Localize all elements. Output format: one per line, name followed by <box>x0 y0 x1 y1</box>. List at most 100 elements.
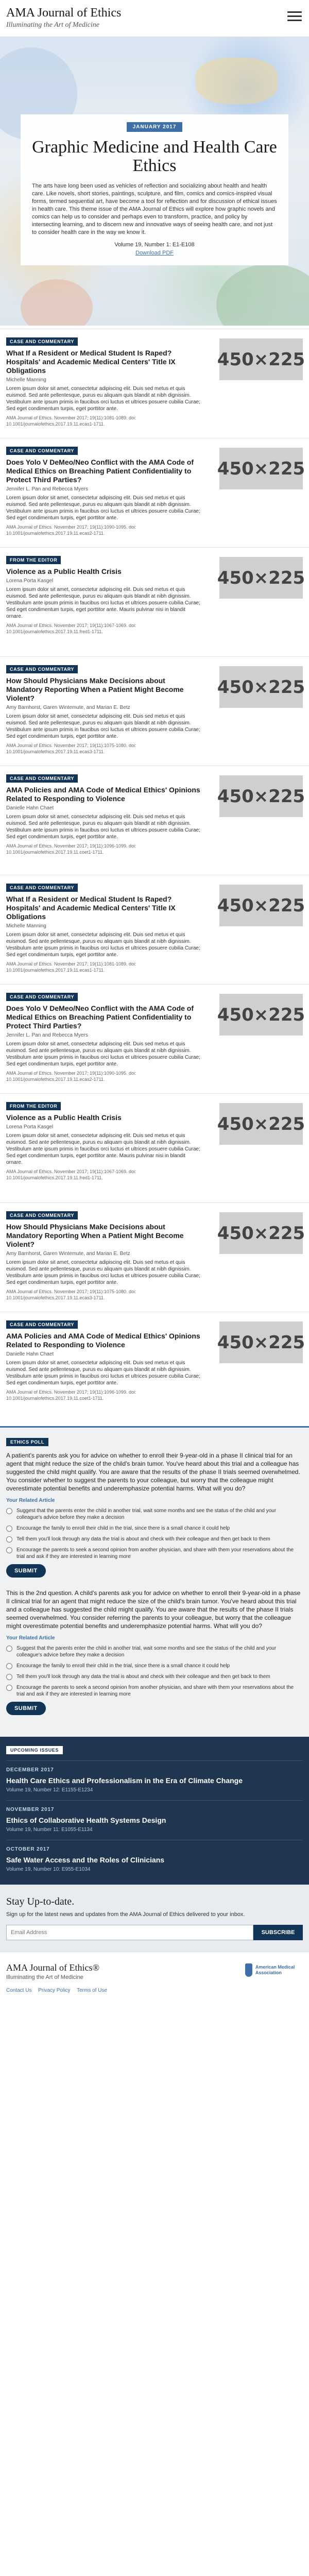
article-title[interactable]: AMA Policies and AMA Code of Medical Eth… <box>6 786 202 803</box>
poll-option[interactable]: Suggest that the parents enter the child… <box>6 1645 303 1658</box>
article-citation: AMA Journal of Ethics. November 2017; 19… <box>6 743 136 754</box>
article-citation: AMA Journal of Ethics. November 2017; 19… <box>6 415 136 427</box>
article-title[interactable]: How Should Physicians Make Decisions abo… <box>6 676 202 703</box>
poll-submit-button[interactable]: SUBMIT <box>6 1564 46 1578</box>
article-thumbnail[interactable]: 450×225 <box>217 1321 305 1363</box>
article-title[interactable]: Does Yolo V DeMeo/Neo Conflict with the … <box>6 1004 202 1030</box>
article-text: Case and Commentary Does Yolo V DeMeo/Ne… <box>6 992 202 1082</box>
article-summary: Lorem ipsum dolor sit amet, consectetur … <box>6 1041 200 1067</box>
article-citation: AMA Journal of Ethics. November 2017; 19… <box>6 1071 136 1082</box>
article-thumbnail[interactable]: 450×225 <box>217 885 305 926</box>
article-summary: Lorem ipsum dolor sit amet, consectetur … <box>6 932 200 958</box>
radio-button[interactable] <box>6 1663 12 1669</box>
article-card: Case and Commentary AMA Policies and AMA… <box>0 1312 309 1421</box>
hero-decoration <box>216 264 309 326</box>
radio-button[interactable] <box>6 1536 12 1543</box>
article-citation: AMA Journal of Ethics. November 2017; 19… <box>6 1389 136 1401</box>
article-card: Case and Commentary How Should Physician… <box>0 1202 309 1312</box>
hero-card: JANUARY 2017 Graphic Medicine and Health… <box>21 114 288 265</box>
poll-question: This is the 2nd question. A child's pare… <box>6 1589 301 1630</box>
article-tag: Case and Commentary <box>6 774 78 783</box>
upcoming-tag: UPCOMING ISSUES <box>6 1746 63 1754</box>
article-card: Case and Commentary AMA Policies and AMA… <box>0 766 309 875</box>
radio-button[interactable] <box>6 1674 12 1680</box>
poll-question: A patient's parents ask you for advice o… <box>6 1452 300 1492</box>
upcoming-volume: Volume 19, Number 10: E955-E1034 <box>6 1867 91 1872</box>
footer-link-terms[interactable]: Terms of Use <box>77 1988 107 1993</box>
article-tag: Case and Commentary <box>6 665 78 673</box>
upcoming-title[interactable]: Safe Water Access and the Roles of Clini… <box>6 1855 303 1865</box>
article-title[interactable]: How Should Physicians Make Decisions abo… <box>6 1223 202 1249</box>
poll-submit-button[interactable]: SUBMIT <box>6 1702 46 1715</box>
article-thumbnail[interactable]: 450×225 <box>217 1103 305 1145</box>
article-title[interactable]: What If a Resident or Medical Student Is… <box>6 895 202 921</box>
article-text: Case and Commentary What If a Resident o… <box>6 336 202 427</box>
menu-icon[interactable] <box>287 11 302 23</box>
article-card: From the Editor Violence as a Public Hea… <box>0 547 309 656</box>
footer-link-privacy[interactable]: Privacy Policy <box>38 1988 70 1993</box>
article-summary: Lorem ipsum dolor sit amet, consectetur … <box>6 587 200 619</box>
ama-mark: American Medical Association <box>245 1963 302 1977</box>
article-thumbnail[interactable]: 450×225 <box>217 448 305 489</box>
article-thumbnail[interactable]: 450×225 <box>217 775 305 817</box>
radio-button[interactable] <box>6 1646 12 1652</box>
poll-related-link[interactable]: Your Related Article <box>6 1635 303 1641</box>
upcoming-title[interactable]: Ethics of Collaborative Health Systems D… <box>6 1816 303 1825</box>
poll-option[interactable]: Tell them you'll look through any data t… <box>6 1536 303 1543</box>
radio-button[interactable] <box>6 1526 12 1532</box>
poll-option[interactable]: Suggest that the parents enter the child… <box>6 1507 303 1521</box>
site-tagline: Illuminating the Art of Medicine <box>6 21 99 29</box>
issue-volume: Volume 19, Number 1: E1-E108 <box>114 242 195 248</box>
poll-option[interactable]: Encourage the parents to seek a second o… <box>6 1684 303 1698</box>
poll-option[interactable]: Encourage the parents to seek a second o… <box>6 1547 303 1560</box>
upcoming-issues: UPCOMING ISSUES DECEMBER 2017 Health Car… <box>0 1737 309 1885</box>
email-field[interactable]: Email Address <box>6 1925 253 1940</box>
poll-option[interactable]: Tell them you'll look through any data t… <box>6 1673 303 1680</box>
article-title[interactable]: AMA Policies and AMA Code of Medical Eth… <box>6 1332 202 1349</box>
radio-button[interactable] <box>6 1508 12 1514</box>
article-title[interactable]: Violence as a Public Health Crisis <box>6 567 202 576</box>
ama-logo[interactable]: American Medical Association <box>245 1963 302 1977</box>
ama-shield-icon <box>245 1963 252 1977</box>
article-title[interactable]: Does Yolo V DeMeo/Neo Conflict with the … <box>6 458 202 484</box>
footer-link-contact[interactable]: Contact Us <box>6 1988 31 1993</box>
article-tag: Case and Commentary <box>6 1320 78 1329</box>
poll-related-link[interactable]: Your Related Article <box>6 1498 303 1503</box>
upcoming-title[interactable]: Health Care Ethics and Professionalism i… <box>6 1776 303 1785</box>
article-summary: Lorem ipsum dolor sit amet, consectetur … <box>6 1260 200 1285</box>
subscribe-button[interactable]: SUBSCRIBE <box>253 1925 303 1940</box>
upcoming-date: OCTOBER 2017 <box>6 1846 50 1852</box>
article-thumbnail[interactable]: 450×225 <box>217 557 305 599</box>
radio-button[interactable] <box>6 1685 12 1691</box>
upcoming-volume: Volume 19, Number 12: E1155-E1234 <box>6 1787 93 1793</box>
menu-bar <box>287 20 302 21</box>
newsletter-form: Email Address SUBSCRIBE <box>6 1925 303 1940</box>
poll-option-label: Encourage the family to enroll their chi… <box>16 1663 230 1669</box>
article-thumbnail[interactable]: 450×225 <box>217 338 305 380</box>
poll-option-label: Suggest that the parents enter the child… <box>16 1646 277 1658</box>
hero-description: The arts have long been used as vehicles… <box>32 183 277 235</box>
upcoming-volume: Volume 19, Number 11: E1055-E1134 <box>6 1827 93 1833</box>
article-text: Case and Commentary How Should Physician… <box>6 1210 202 1301</box>
poll-option[interactable]: Encourage the family to enroll their chi… <box>6 1663 303 1669</box>
ethics-poll: ETHICS POLL A patient's parents ask you … <box>0 1426 309 1737</box>
poll-block: This is the 2nd question. A child's pare… <box>6 1589 303 1715</box>
article-text: Case and Commentary AMA Policies and AMA… <box>6 773 202 855</box>
download-pdf-link[interactable]: Download PDF <box>32 250 277 256</box>
article-text: Case and Commentary Does Yolo V DeMeo/Ne… <box>6 446 202 536</box>
article-thumbnail[interactable]: 450×225 <box>217 1212 305 1254</box>
site-title[interactable]: AMA Journal of Ethics <box>6 6 303 20</box>
upcoming-item: DECEMBER 2017 Health Care Ethics and Pro… <box>6 1760 303 1800</box>
poll-option-label: Tell them you'll look through any data t… <box>16 1536 270 1542</box>
poll-option[interactable]: Encourage the family to enroll their chi… <box>6 1525 303 1532</box>
article-thumbnail[interactable]: 450×225 <box>217 666 305 708</box>
radio-button[interactable] <box>6 1547 12 1553</box>
article-title[interactable]: What If a Resident or Medical Student Is… <box>6 349 202 375</box>
poll-block: A patient's parents ask you for advice o… <box>6 1451 303 1578</box>
article-text: Case and Commentary How Should Physician… <box>6 664 202 755</box>
article-title[interactable]: Violence as a Public Health Crisis <box>6 1113 202 1122</box>
article-authors: Lorena Porta Kasgel <box>6 1124 54 1130</box>
article-summary: Lorem ipsum dolor sit amet, consectetur … <box>6 386 200 412</box>
article-text: Case and Commentary What If a Resident o… <box>6 883 202 973</box>
article-thumbnail[interactable]: 450×225 <box>217 994 305 1036</box>
